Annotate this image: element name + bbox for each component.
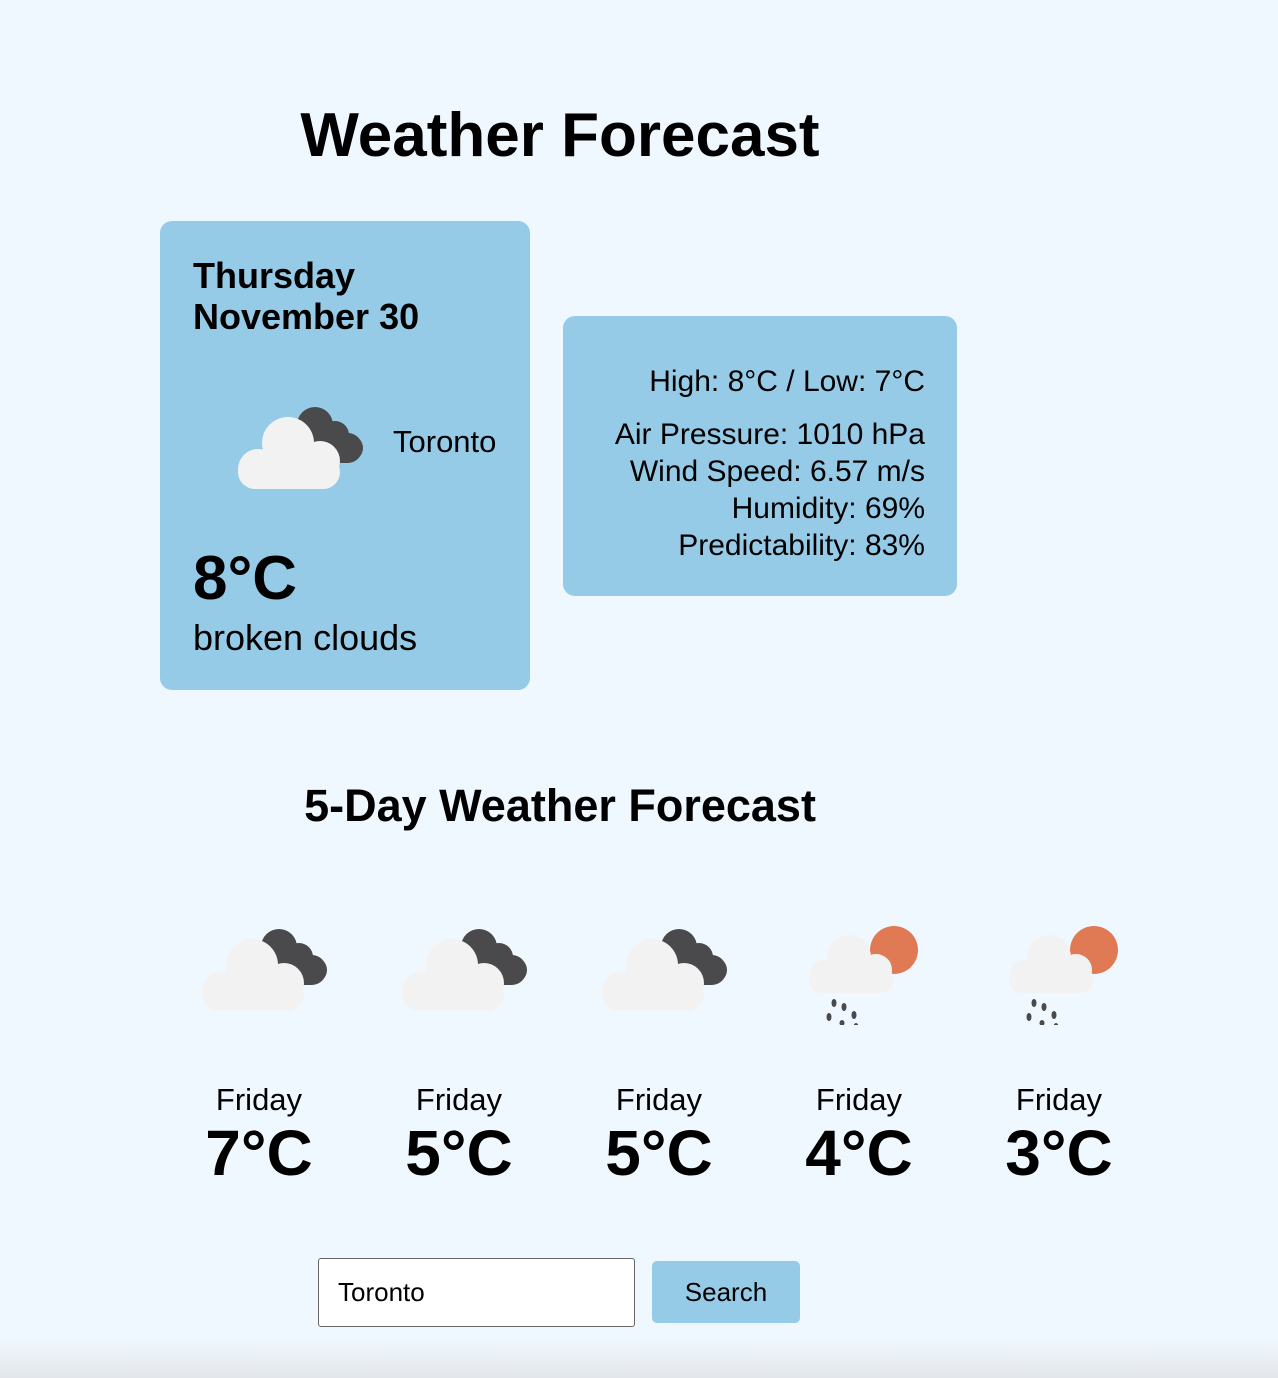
forecast-item: Friday 7°C <box>159 915 359 1188</box>
forecast-day: Friday <box>1015 1082 1103 1117</box>
forecast-temp: 5°C <box>605 1117 713 1189</box>
current-date: Thursday November 30 <box>193 255 419 337</box>
wind-speed: Wind Speed: 6.57 m/s <box>629 455 925 488</box>
search-button[interactable]: Search <box>652 1261 800 1323</box>
humidity: Humidity: 69% <box>731 492 925 525</box>
current-temp: 8°C <box>193 544 298 613</box>
forecast-item: Friday 5°C <box>559 915 759 1188</box>
forecast-temp: 5°C <box>405 1117 513 1189</box>
high-low: High: 8°C / Low: 7°C <box>649 365 925 398</box>
weather-description: broken clouds <box>193 617 418 658</box>
light-rain-sun-icon <box>809 926 918 1025</box>
forecast-item: Friday 3°C <box>959 915 1159 1188</box>
pressure-text: Air Pressure: 1010 hPa <box>614 418 925 451</box>
forecast-day: Friday <box>415 1082 503 1117</box>
broken-clouds-icon <box>402 929 527 1011</box>
current-weather-card: Thursday November 30 Toronto 8°C broken c… <box>160 221 530 690</box>
page-title: Weather Forecast <box>300 101 820 170</box>
broken-clouds-icon <box>602 929 727 1011</box>
city-search-input[interactable] <box>318 1258 635 1327</box>
predictability: Predictability: 83% <box>678 529 925 562</box>
forecast-day: Friday <box>215 1082 303 1117</box>
forecast-day: Friday <box>615 1082 703 1117</box>
weather-details-card: High: 8°C / Low: 7°C Air Pressure: 1010 … <box>563 316 957 596</box>
forecast-title: 5-Day Weather Forecast <box>304 780 816 831</box>
city-name: Toronto <box>393 424 497 459</box>
bottom-shadow <box>0 1338 1278 1378</box>
light-rain-sun-icon <box>1009 926 1118 1025</box>
broken-clouds-icon <box>238 407 363 489</box>
forecast-item: Friday 4°C <box>759 915 959 1188</box>
forecast-temp: 7°C <box>205 1117 313 1189</box>
forecast-item: Friday 5°C <box>359 915 559 1188</box>
air-pressure: Air Pressure: 1010 hPa Wind Speed: 6.57 … <box>615 416 925 564</box>
broken-clouds-icon <box>202 929 327 1011</box>
forecast-temp: 3°C <box>1005 1117 1113 1189</box>
current-date-text: November 30 <box>193 296 420 337</box>
forecast-temp: 4°C <box>805 1117 913 1189</box>
forecast-day: Friday <box>815 1082 903 1117</box>
current-day: Thursday <box>193 255 356 296</box>
